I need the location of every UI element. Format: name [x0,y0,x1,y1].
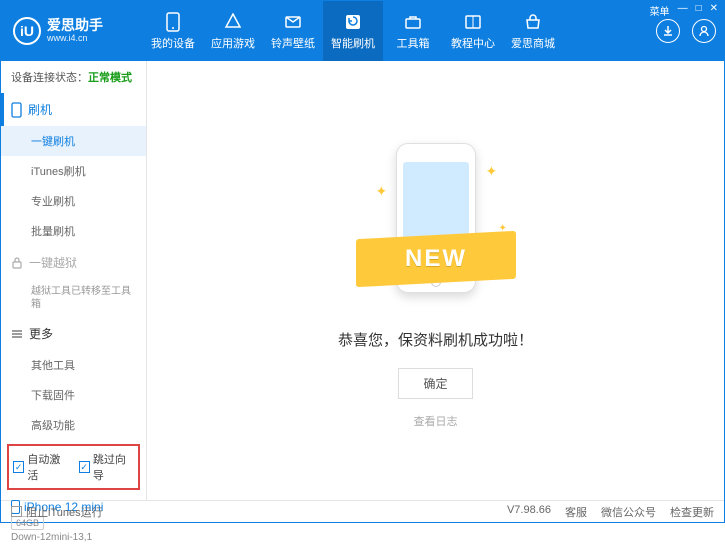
checkbox-icon [11,506,22,517]
sidebar-item-advanced[interactable]: 高级功能 [1,410,146,440]
titlebar: 菜单 — □ ✕ [650,3,718,18]
ok-button[interactable]: 确定 [398,368,472,399]
more-header-label: 更多 [29,325,53,342]
sidebar: 设备连接状态：正常模式 刷机 一键刷机 iTunes刷机 专业刷机 批量刷机 一… [1,61,147,500]
checkbox-icon: ✓ [79,461,90,473]
nav-label: 铃声壁纸 [271,35,315,51]
header: 菜单 — □ ✕ iU 爱思助手 www.i4.cn 我的设备 应用游戏 铃声壁… [1,1,724,61]
flash-header-label: 刷机 [28,101,52,118]
nav-label: 应用游戏 [211,35,255,51]
refresh-icon [343,12,363,32]
checkbox-label: 自动激活 [27,451,68,483]
nav-toolbox[interactable]: 工具箱 [383,1,443,61]
sidebar-item-batch-flash[interactable]: 批量刷机 [1,216,146,246]
sidebar-more-header[interactable]: 更多 [1,317,146,350]
close-button[interactable]: ✕ [710,3,718,18]
checkbox-label: 阻止iTunes运行 [26,504,103,520]
menu-icon[interactable]: 菜单 [650,3,670,18]
device-info[interactable]: iPhone 12 mini 64GB Down-12mini-13,1 [1,494,146,549]
maximize-button[interactable]: □ [696,3,702,18]
lock-icon [11,257,23,269]
nav-label: 智能刷机 [331,35,375,51]
nav-smart-flash[interactable]: 智能刷机 [323,1,383,61]
book-icon [463,12,483,32]
block-itunes-checkbox[interactable]: 阻止iTunes运行 [11,504,103,520]
app-title: 爱思助手 [47,18,103,33]
checkbox-icon: ✓ [13,461,24,473]
device-sub: Down-12mini-13,1 [11,532,136,543]
sidebar-jailbreak-header[interactable]: 一键越狱 [1,246,146,279]
nav-apps-games[interactable]: 应用游戏 [203,1,263,61]
logo: iU 爱思助手 www.i4.cn [13,17,143,45]
header-right [656,19,716,43]
connection-status: 设备连接状态：正常模式 [1,61,146,93]
app-url: www.i4.cn [47,34,103,44]
footer-right: V7.98.66 客服 微信公众号 检查更新 [507,504,714,520]
success-message: 恭喜您，保资料刷机成功啦！ [338,329,533,350]
menu-icon [11,329,23,339]
new-text: NEW [405,245,467,273]
phone-icon [163,12,183,32]
nav-label: 工具箱 [397,35,430,51]
option-checkboxes: ✓ 自动激活 ✓ 跳过向导 [7,444,140,490]
wechat-link[interactable]: 微信公众号 [601,504,656,520]
sidebar-item-other-tools[interactable]: 其他工具 [1,350,146,380]
jailbreak-header-label: 一键越狱 [29,254,77,271]
version-label: V7.98.66 [507,504,551,520]
nav-label: 教程中心 [451,35,495,51]
phone-illustration: ✦ ✦ ✦ NEW [371,133,501,313]
update-link[interactable]: 检查更新 [670,504,714,520]
skip-guide-checkbox[interactable]: ✓ 跳过向导 [79,451,135,483]
sparkle-icon: ✦ [486,163,496,173]
main-nav: 我的设备 应用游戏 铃声壁纸 智能刷机 工具箱 教程中心 爱思商城 [143,1,563,61]
status-label: 设备连接状态： [11,72,88,84]
nav-ringtones[interactable]: 铃声壁纸 [263,1,323,61]
view-log-link[interactable]: 查看日志 [414,413,458,429]
sidebar-item-oneclick-flash[interactable]: 一键刷机 [1,126,146,156]
phone-icon [11,102,22,118]
nav-label: 我的设备 [151,35,195,51]
music-icon [283,12,303,32]
status-value: 正常模式 [88,72,132,84]
apps-icon [223,12,243,32]
main-panel: ✦ ✦ ✦ NEW 恭喜您，保资料刷机成功啦！ 确定 查看日志 [147,61,724,500]
content: 设备连接状态：正常模式 刷机 一键刷机 iTunes刷机 专业刷机 批量刷机 一… [1,61,724,500]
auto-activate-checkbox[interactable]: ✓ 自动激活 [13,451,69,483]
sidebar-flash-header[interactable]: 刷机 [1,93,146,126]
sidebar-item-pro-flash[interactable]: 专业刷机 [1,186,146,216]
logo-icon: iU [13,17,41,45]
new-ribbon: NEW [356,230,516,286]
jailbreak-note: 越狱工具已转移至工具箱 [1,279,146,317]
sparkle-icon: ✦ [376,183,386,193]
nav-tutorials[interactable]: 教程中心 [443,1,503,61]
user-button[interactable] [692,19,716,43]
nav-shop[interactable]: 爱思商城 [503,1,563,61]
nav-my-device[interactable]: 我的设备 [143,1,203,61]
download-button[interactable] [656,19,680,43]
sidebar-item-download-firmware[interactable]: 下载固件 [1,380,146,410]
sidebar-item-itunes-flash[interactable]: iTunes刷机 [1,156,146,186]
toolbox-icon [403,12,423,32]
minimize-button[interactable]: — [678,3,688,18]
shop-icon [523,12,543,32]
nav-label: 爱思商城 [511,35,555,51]
checkbox-label: 跳过向导 [93,451,134,483]
service-link[interactable]: 客服 [565,504,587,520]
